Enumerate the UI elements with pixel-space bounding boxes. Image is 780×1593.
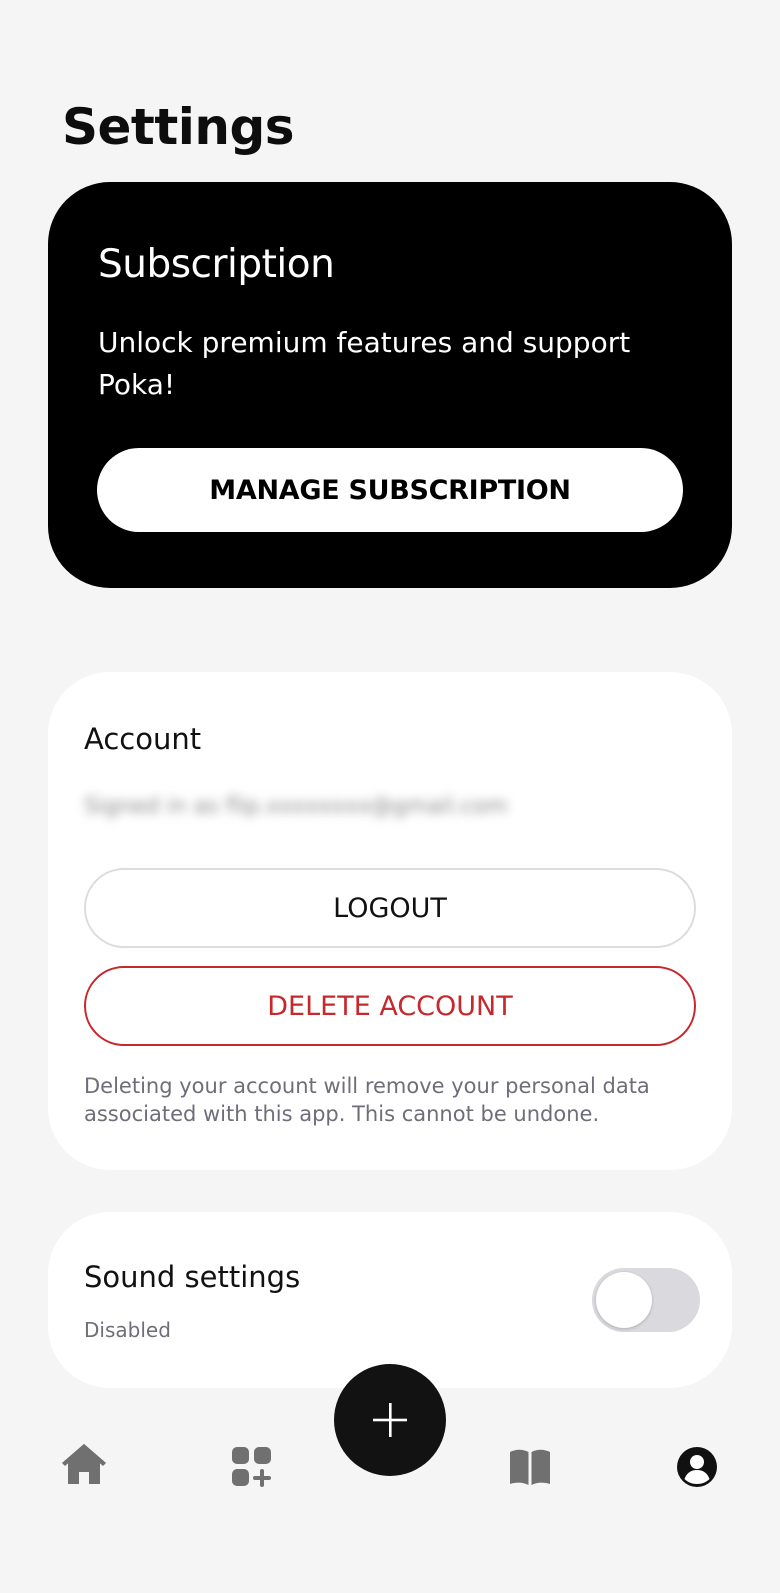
sound-settings-card: Sound settings Disabled (48, 1212, 732, 1388)
signed-in-email: Signed in as flip.xxxxxxxx@gmail.com (84, 794, 508, 819)
account-title: Account (84, 722, 202, 756)
plus-icon (373, 1403, 407, 1437)
sound-settings-title: Sound settings (84, 1260, 301, 1294)
sound-settings-status: Disabled (84, 1318, 171, 1342)
delete-account-button[interactable]: DELETE ACCOUNT (84, 966, 696, 1046)
subscription-title: Subscription (98, 242, 335, 287)
profile-icon[interactable] (676, 1446, 718, 1488)
logout-button[interactable]: LOGOUT (84, 868, 696, 948)
sound-toggle[interactable] (592, 1268, 700, 1332)
delete-account-note: Deleting your account will remove your p… (84, 1074, 650, 1126)
book-icon[interactable] (508, 1448, 552, 1486)
manage-subscription-button[interactable]: MANAGE SUBSCRIPTION (97, 448, 683, 532)
home-icon[interactable] (60, 1442, 108, 1486)
sound-toggle-knob (596, 1272, 652, 1328)
add-button[interactable] (334, 1364, 446, 1476)
subscription-card: Subscription Unlock premium features and… (48, 182, 732, 588)
page-title: Settings (62, 98, 295, 156)
account-card: Account Signed in as flip.xxxxxxxx@gmail… (48, 672, 732, 1170)
add-category-icon[interactable] (231, 1446, 273, 1488)
subscription-description: Unlock premium features and support Poka… (98, 326, 631, 401)
